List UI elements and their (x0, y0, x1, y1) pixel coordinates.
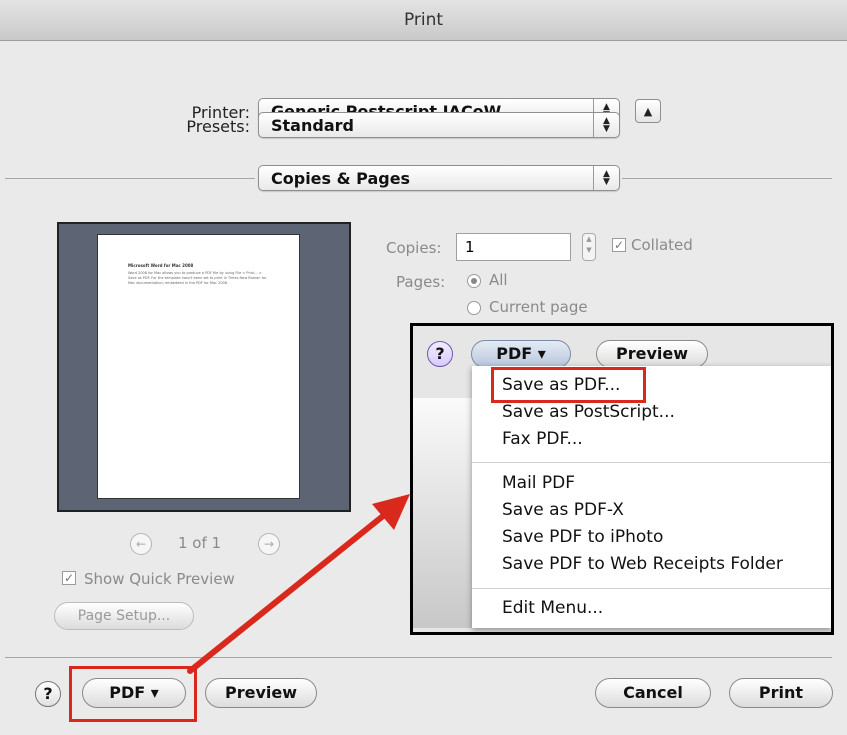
callout-background (413, 398, 472, 628)
print-dialog: Print Printer: Generic Postscript JACoW … (0, 0, 847, 735)
pdf-menu-callout: ? PDF ▾ Preview Save as PDF... Save as P… (410, 323, 834, 635)
menu-item-save-as-postscript[interactable]: Save as PostScript... (502, 402, 675, 422)
menu-item-save-as-pdf-x[interactable]: Save as PDF-X (502, 500, 624, 520)
menu-item-fax-pdf[interactable]: Fax PDF... (502, 429, 583, 449)
menu-item-save-pdf-to-web-receipts[interactable]: Save PDF to Web Receipts Folder (502, 554, 783, 574)
menu-separator (472, 588, 831, 589)
pdf-dropdown-menu: Save as PDF... Save as PostScript... Fax… (472, 366, 831, 628)
menu-item-edit-menu[interactable]: Edit Menu... (502, 598, 603, 618)
save-as-pdf-highlight (491, 367, 646, 403)
menu-separator (472, 462, 831, 463)
callout-help-button[interactable]: ? (427, 341, 453, 367)
callout-pdf-button[interactable]: PDF ▾ (471, 340, 571, 368)
menu-item-save-pdf-to-iphoto[interactable]: Save PDF to iPhoto (502, 527, 663, 547)
menu-item-mail-pdf[interactable]: Mail PDF (502, 473, 575, 493)
callout-preview-button[interactable]: Preview (596, 340, 708, 368)
